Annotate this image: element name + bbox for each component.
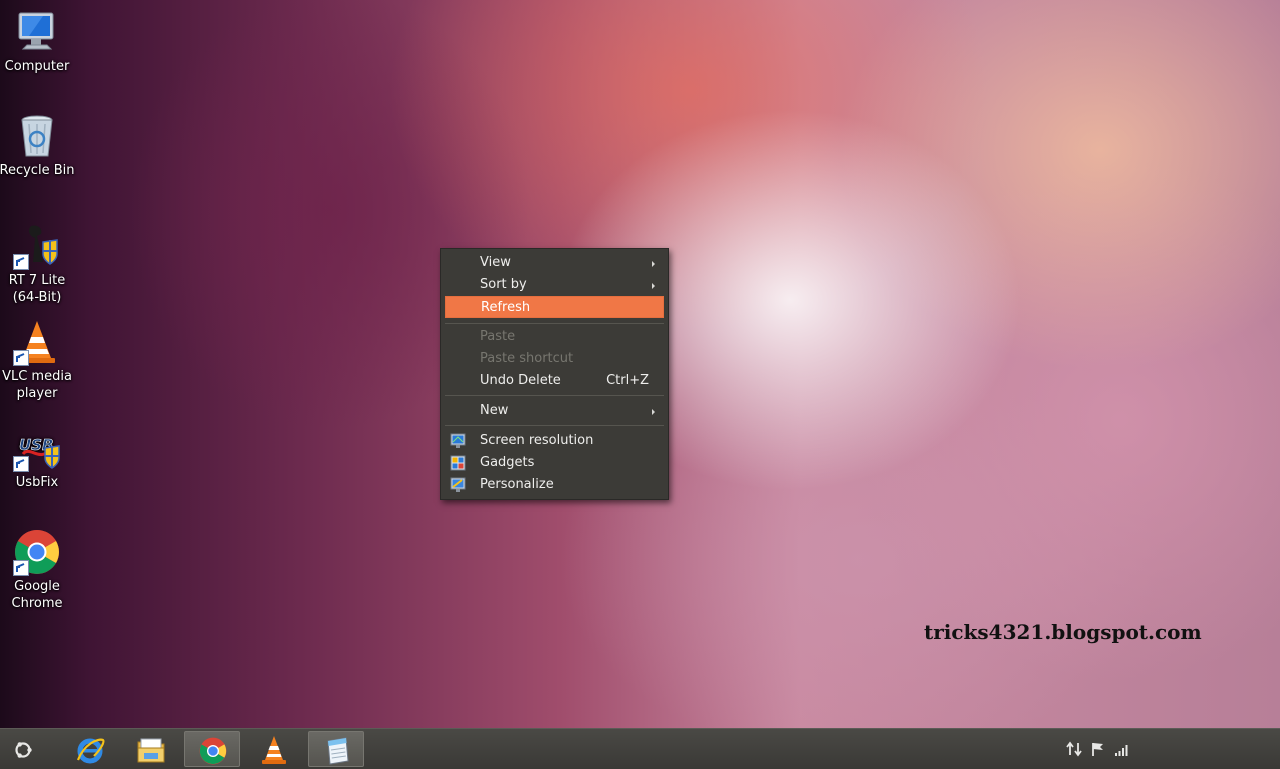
taskbar bbox=[0, 728, 1280, 769]
menu-separator bbox=[445, 323, 664, 324]
menu-item-paste[interactable]: Paste bbox=[445, 326, 664, 348]
recycle-bin-icon bbox=[13, 112, 61, 160]
desktop-icon-google-chrome[interactable]: Google Chrome bbox=[0, 528, 79, 612]
ubuntu-logo-icon bbox=[15, 742, 32, 758]
vlc-cone-icon bbox=[13, 318, 61, 366]
menu-item-refresh[interactable]: Refresh bbox=[445, 296, 664, 318]
menu-item-shortcut: Ctrl+Z bbox=[606, 373, 649, 388]
menu-item-view[interactable]: View bbox=[445, 252, 664, 274]
taskbar-vlc[interactable] bbox=[246, 731, 302, 767]
desktop-context-menu: View Sort by Refresh Paste Paste shortcu… bbox=[440, 248, 669, 500]
desktop-icon-label-line1: Google bbox=[14, 579, 60, 594]
network-transfer-icon bbox=[1066, 741, 1082, 757]
file-explorer-icon bbox=[137, 738, 165, 763]
menu-item-label: New bbox=[480, 403, 509, 418]
submenu-arrow-icon bbox=[652, 283, 655, 289]
shortcut-arrow-icon bbox=[13, 350, 29, 366]
taskbar-google-chrome[interactable] bbox=[184, 731, 240, 767]
menu-separator bbox=[445, 425, 664, 426]
usbfix-icon: USB bbox=[13, 424, 61, 472]
menu-item-label: Screen resolution bbox=[480, 433, 594, 448]
shortcut-arrow-icon bbox=[13, 456, 29, 472]
desktop-icon-label-line2: Chrome bbox=[11, 596, 63, 611]
desktop-icon-label-line2: (64-Bit) bbox=[12, 290, 62, 305]
notepad-icon bbox=[327, 737, 349, 765]
taskbar-file-explorer[interactable] bbox=[123, 731, 179, 767]
desktop[interactable]: Computer Recycle Bin RT 7 Lite (64-Bit) … bbox=[0, 0, 1280, 728]
watermark-text: tricks4321.blogspot.com bbox=[924, 620, 1202, 644]
menu-item-label: Gadgets bbox=[480, 455, 535, 470]
desktop-icon-rt7lite[interactable]: RT 7 Lite (64-Bit) bbox=[0, 222, 79, 306]
desktop-icon-computer[interactable]: Computer bbox=[0, 8, 79, 75]
menu-item-personalize[interactable]: Personalize bbox=[445, 474, 664, 496]
personalize-icon bbox=[450, 477, 466, 492]
menu-item-new[interactable]: New bbox=[445, 400, 664, 422]
desktop-icon-label-line1: VLC media bbox=[2, 369, 72, 384]
vlc-icon bbox=[262, 736, 286, 764]
menu-item-undo-delete[interactable]: Undo Delete Ctrl+Z bbox=[445, 370, 664, 392]
menu-separator bbox=[445, 395, 664, 396]
desktop-icon-vlc[interactable]: VLC media player bbox=[0, 318, 79, 402]
desktop-icon-recycle-bin[interactable]: Recycle Bin bbox=[0, 112, 79, 179]
menu-item-paste-shortcut[interactable]: Paste shortcut bbox=[445, 348, 664, 370]
google-chrome-icon bbox=[13, 528, 61, 576]
taskbar-internet-explorer[interactable] bbox=[62, 731, 118, 767]
screen-resolution-icon bbox=[450, 433, 466, 448]
menu-item-label: Paste shortcut bbox=[480, 351, 574, 366]
tray-network[interactable] bbox=[1066, 741, 1082, 757]
desktop-icon-label-line1: RT 7 Lite bbox=[8, 273, 66, 288]
internet-explorer-icon bbox=[76, 738, 105, 764]
menu-item-label: Refresh bbox=[481, 300, 531, 315]
gadgets-icon bbox=[450, 455, 466, 471]
signal-strength-icon bbox=[1115, 745, 1128, 756]
rt7lite-icon bbox=[13, 222, 61, 270]
start-button[interactable] bbox=[0, 731, 46, 767]
menu-item-label: Sort by bbox=[480, 277, 527, 292]
menu-item-label: View bbox=[480, 255, 511, 270]
shortcut-arrow-icon bbox=[13, 560, 29, 576]
menu-item-label: Undo Delete bbox=[480, 373, 561, 388]
menu-item-label: Personalize bbox=[480, 477, 554, 492]
tray-action-center[interactable] bbox=[1090, 741, 1106, 757]
google-chrome-icon bbox=[199, 737, 227, 765]
taskbar-notepad[interactable] bbox=[308, 731, 364, 767]
menu-item-label: Paste bbox=[480, 329, 516, 344]
submenu-arrow-icon bbox=[652, 261, 655, 267]
desktop-icon-label: UsbFix bbox=[15, 475, 59, 490]
desktop-icon-label-line2: player bbox=[16, 386, 58, 401]
menu-item-gadgets[interactable]: Gadgets bbox=[445, 452, 664, 474]
desktop-icon-label: Computer bbox=[4, 59, 70, 74]
submenu-arrow-icon bbox=[652, 409, 655, 415]
shortcut-arrow-icon bbox=[13, 254, 29, 270]
desktop-icon-usbfix[interactable]: USB UsbFix bbox=[0, 424, 79, 491]
computer-icon bbox=[13, 8, 61, 56]
menu-item-screen-resolution[interactable]: Screen resolution bbox=[445, 430, 664, 452]
action-center-flag-icon bbox=[1092, 743, 1103, 756]
menu-item-sort-by[interactable]: Sort by bbox=[445, 274, 664, 296]
desktop-icon-label: Recycle Bin bbox=[0, 163, 75, 178]
tray-signal[interactable] bbox=[1114, 741, 1130, 757]
